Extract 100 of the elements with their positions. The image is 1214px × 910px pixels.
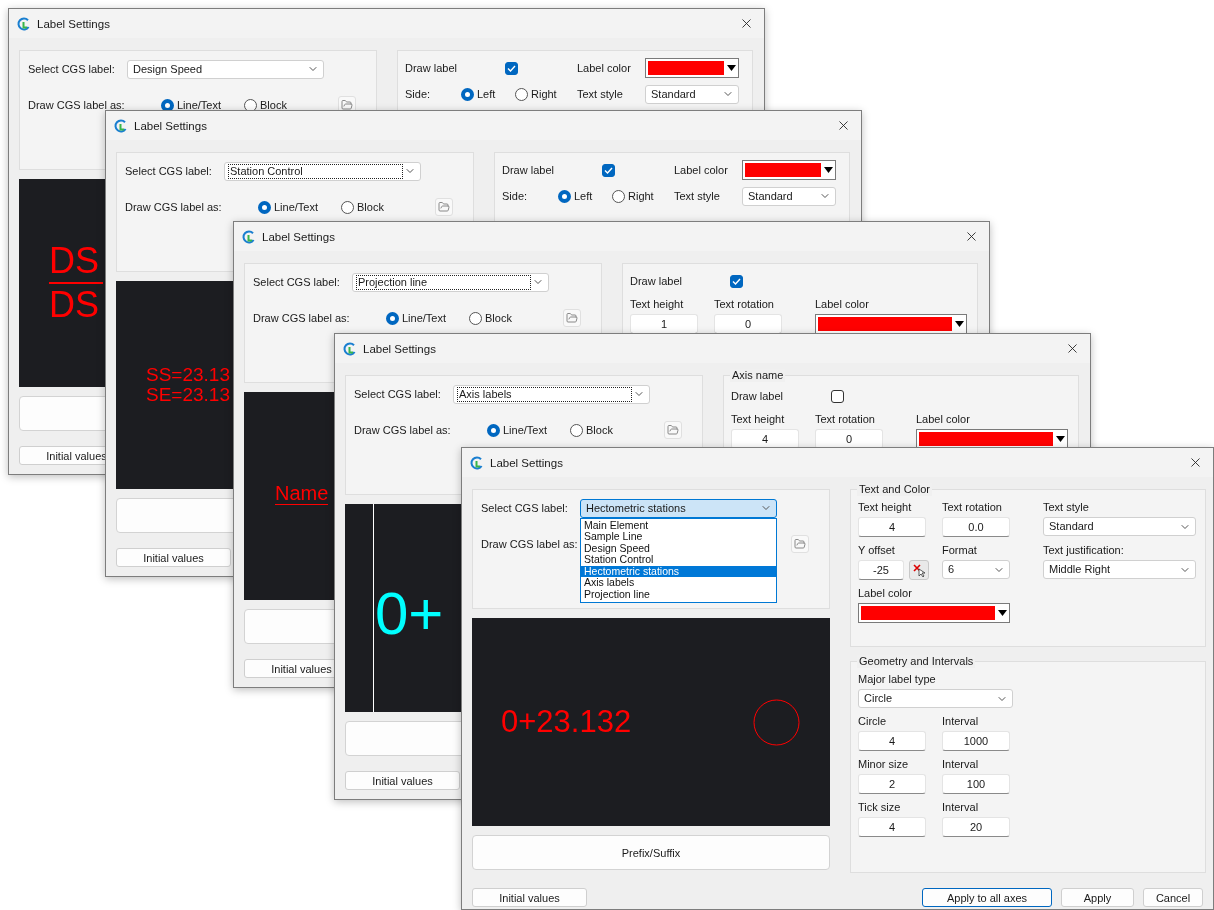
field-label: Draw CGS label as: [253,311,351,325]
dropdown-item[interactable]: Axis labels [581,577,776,590]
color-picker[interactable] [815,314,967,334]
field-label: Label color [674,163,729,177]
radio-option[interactable]: Line/Text [386,311,469,325]
radio-option[interactable]: Left [558,189,612,203]
radio-option[interactable]: Block [341,200,384,214]
app-logo-icon [470,455,484,470]
radio-indicator[interactable] [461,87,474,101]
number-field[interactable]: 4 [731,429,799,449]
field-label: Text style [1043,500,1090,514]
label-select[interactable]: Design Speed [127,59,324,79]
caret-icon [1056,436,1065,442]
dropdown-item[interactable]: Projection line [581,589,776,601]
dropdown[interactable]: Standard [742,186,836,206]
prefix-suffix-button[interactable]: Prefix/Suffix [472,835,830,870]
folder-icon [667,424,679,436]
checkbox[interactable] [602,163,615,177]
app-logo-icon [343,341,357,356]
field-label: Draw CGS label as: [481,537,578,551]
field-label: Draw label [731,389,784,403]
number-field[interactable]: 4 [858,517,926,537]
field-label: Select CGS label: [125,164,213,178]
app-logo-icon [242,229,256,244]
dropdown-item[interactable]: Station Control [581,554,776,566]
dropdown[interactable]: Middle Right [1043,560,1196,579]
window-title: Label Settings [490,456,563,469]
field-label: Text rotation [815,412,876,426]
pick-button[interactable] [909,560,929,580]
checkbox[interactable] [730,274,743,288]
radio-indicator[interactable] [515,87,528,101]
checkbox[interactable] [831,389,844,403]
initial-values-button[interactable]: Initial values [345,771,460,790]
preview-label: Name [275,483,329,505]
dialog-button[interactable]: Cancel [1143,888,1203,907]
dropdown[interactable]: 6 [942,560,1010,579]
caret-icon [998,610,1007,616]
dropdown-item[interactable]: Hectometric stations [581,565,776,578]
dialog-button[interactable]: Apply [1061,888,1134,907]
dialog-button[interactable]: Apply to all axes [922,888,1052,907]
window-title: Label Settings [134,119,207,132]
field-label: Tick size [858,800,902,814]
color-picker[interactable] [645,58,739,78]
field-label: Select CGS label: [28,62,116,76]
dropdown[interactable]: Standard [1043,517,1196,536]
radio-option[interactable]: Left [461,87,515,101]
color-picker[interactable] [916,429,1068,449]
field-label: Text rotation [942,500,1003,514]
label-select[interactable]: Station Control [224,161,421,181]
field-label: Side: [405,87,432,101]
radio-indicator[interactable] [570,423,583,437]
group-legend: Geometry and Intervals [857,655,976,668]
field-label: Draw CGS label as: [28,98,126,112]
number-field[interactable]: -25 [858,560,904,580]
cross-cursor-icon [912,563,926,577]
radio-indicator[interactable] [258,200,271,214]
color-picker[interactable] [858,603,1010,623]
number-field[interactable]: 0.0 [942,517,1010,537]
radio-option[interactable]: Right [612,189,674,203]
radio-indicator[interactable] [612,189,625,203]
number-field[interactable]: 20 [942,817,1010,837]
color-picker[interactable] [742,160,836,180]
dropdown-item[interactable]: Main Element [581,519,776,532]
radio-indicator[interactable] [341,200,354,214]
initial-values-button[interactable]: Initial values [472,888,587,907]
label-select[interactable]: Hectometric stations [580,498,777,518]
radio-option[interactable]: Block [570,423,613,437]
number-field[interactable]: 1000 [942,731,1010,751]
radio-option[interactable]: Block [469,311,512,325]
radio-option[interactable]: Line/Text [487,423,570,437]
radio-indicator[interactable] [487,423,500,437]
close-icon [836,118,851,133]
field-label: Draw CGS label as: [125,200,223,214]
number-field[interactable]: 4 [858,817,926,837]
number-field[interactable]: 0 [815,429,883,449]
radio-indicator[interactable] [469,311,482,325]
field-label: Text height [858,500,913,514]
number-field[interactable]: 2 [858,774,926,794]
preview-label: DS [49,243,99,279]
radio-option[interactable]: Right [515,87,577,101]
number-field[interactable]: 100 [942,774,1010,794]
radio-option[interactable]: Line/Text [258,200,341,214]
dropdown[interactable]: Standard [645,84,739,104]
dropdown-item[interactable]: Sample Line [581,531,776,543]
dropdown-item[interactable]: Design Speed [581,542,776,555]
close-icon [1065,341,1080,356]
field-label: Interval [942,800,980,814]
radio-indicator[interactable] [558,189,571,203]
label-select[interactable]: Axis labels [453,384,650,404]
dropdown[interactable]: Circle [858,689,1013,708]
caret-icon [727,65,736,71]
field-label: Circle [858,714,888,728]
checkbox[interactable] [505,61,518,75]
initial-values-button[interactable]: Initial values [116,548,231,567]
number-field[interactable]: 0 [714,314,782,334]
number-field[interactable]: 4 [858,731,926,751]
window-title: Label Settings [363,342,436,355]
radio-indicator[interactable] [386,311,399,325]
number-field[interactable]: 1 [630,314,698,334]
label-select[interactable]: Projection line [352,272,549,292]
